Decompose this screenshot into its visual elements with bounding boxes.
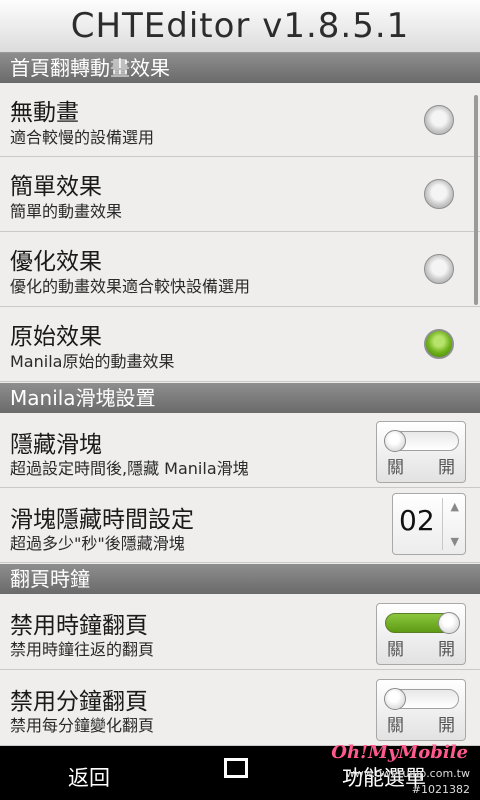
option-no-animation[interactable]: 無動畫 適合較慢的設備選用 (0, 83, 480, 157)
stepper-divider (442, 498, 443, 550)
radio-original-effect[interactable] (424, 329, 454, 359)
watermark-url: www.qweruiop.com.tw (345, 767, 470, 780)
toggle-track (385, 612, 460, 634)
scrollbar[interactable] (474, 95, 478, 305)
stepper-value: 02 (399, 504, 435, 537)
option-title: 優化效果 (10, 249, 102, 275)
disable-minute-flip-toggle[interactable]: 關 開 (376, 679, 466, 741)
radio-simple-effect[interactable] (424, 179, 454, 209)
option-title: 原始效果 (10, 324, 102, 350)
title-bar: CHTEditor v1.8.5.1 (0, 0, 480, 53)
toggle-track (384, 688, 459, 710)
option-subtitle: 簡單的動畫效果 (10, 202, 123, 221)
option-subtitle: 適合較慢的設備選用 (10, 128, 155, 147)
toggle-off-label: 關 (387, 458, 404, 478)
toggle-off-label: 關 (387, 716, 404, 736)
setting-subtitle: 禁用時鐘往返的翻頁 (10, 640, 155, 659)
option-simple-effect[interactable]: 簡單效果 簡單的動畫效果 (0, 157, 480, 232)
setting-hide-slider[interactable]: 隱藏滑塊 超過設定時間後,隱藏 Manila滑塊 關 開 (0, 413, 480, 488)
home-icon[interactable] (224, 758, 248, 778)
chevron-up-icon[interactable]: ▲ (451, 500, 459, 513)
setting-subtitle: 禁用每分鐘變化翻頁 (10, 716, 155, 735)
section-header-clock: 翻頁時鐘 (0, 564, 480, 594)
option-subtitle: 優化的動畫效果適合較快設備選用 (10, 277, 251, 296)
setting-disable-clock-flip[interactable]: 禁用時鐘翻頁 禁用時鐘往返的翻頁 關 開 (0, 594, 480, 670)
toggle-knob (438, 612, 460, 634)
setting-title: 禁用分鐘翻頁 (10, 689, 148, 715)
option-subtitle: Manila原始的動畫效果 (10, 352, 175, 371)
option-optimized-effect[interactable]: 優化效果 優化的動畫效果適合較快設備選用 (0, 232, 480, 307)
toggle-knob (384, 430, 406, 452)
watermark-id: #1021382 (411, 783, 470, 796)
back-button[interactable]: 返回 (68, 762, 110, 792)
toggle-knob (384, 688, 406, 710)
setting-title: 禁用時鐘翻頁 (10, 613, 148, 639)
toggle-track (384, 430, 459, 452)
section-header-animation: 首頁翻轉動畫效果 (0, 53, 480, 83)
radio-no-animation[interactable] (424, 105, 454, 135)
hide-slider-toggle[interactable]: 關 開 (376, 421, 466, 483)
app-title: CHTEditor v1.8.5.1 (70, 6, 410, 46)
toggle-on-label: 開 (438, 716, 455, 736)
chevron-down-icon[interactable]: ▼ (451, 535, 459, 548)
toggle-on-label: 開 (438, 640, 455, 660)
toggle-on-label: 開 (438, 458, 455, 478)
hide-time-stepper[interactable]: 02 ▲ ▼ (392, 493, 466, 555)
option-original-effect[interactable]: 原始效果 Manila原始的動畫效果 (0, 307, 480, 382)
option-title: 無動畫 (10, 100, 79, 126)
option-title: 簡單效果 (10, 174, 102, 200)
disable-clock-flip-toggle[interactable]: 關 開 (376, 603, 466, 665)
toggle-off-label: 關 (387, 640, 404, 660)
setting-title: 隱藏滑塊 (10, 432, 102, 458)
watermark-logo: Oh!MyMobile (331, 742, 468, 763)
setting-title: 滑塊隱藏時間設定 (10, 507, 194, 533)
setting-disable-minute-flip[interactable]: 禁用分鐘翻頁 禁用每分鐘變化翻頁 關 開 (0, 670, 480, 746)
setting-hide-time[interactable]: 滑塊隱藏時間設定 超過多少"秒"後隱藏滑塊 02 ▲ ▼ (0, 488, 480, 563)
radio-optimized-effect[interactable] (424, 254, 454, 284)
setting-subtitle: 超過多少"秒"後隱藏滑塊 (10, 534, 185, 553)
section-header-slider: Manila滑塊設置 (0, 383, 480, 413)
setting-subtitle: 超過設定時間後,隱藏 Manila滑塊 (10, 459, 249, 478)
